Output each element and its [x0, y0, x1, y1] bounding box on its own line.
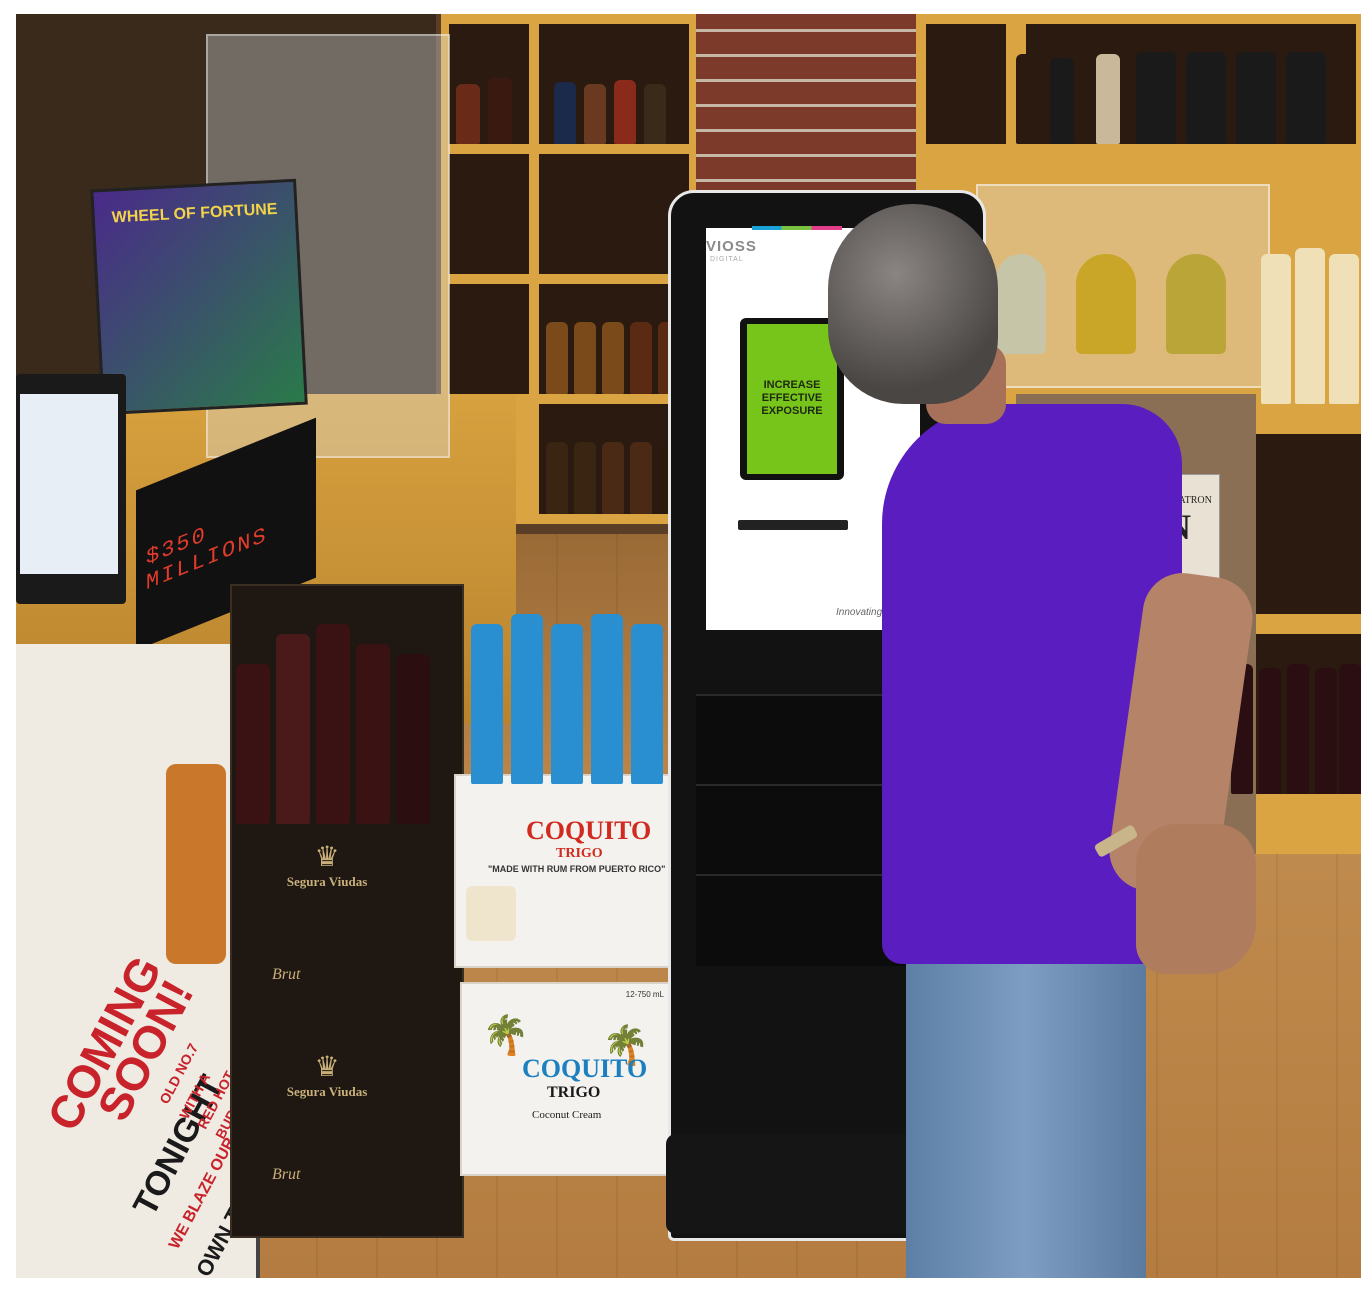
coquito-display-box: COQUITO TRIGO "MADE WITH RUM FROM PUERTO… [454, 774, 676, 968]
palm-tree-icon: 🌴 [482, 1015, 530, 1057]
kiosk-tagline: Innovating [836, 607, 883, 618]
pos-monitor-screen [20, 394, 118, 574]
box-brand: Segura Viudas [286, 874, 368, 889]
brick-pillar [696, 14, 926, 204]
box-brand: Segura Viudas [286, 1084, 368, 1099]
kiosk-color-bar [752, 226, 842, 230]
kiosk-brand: VIOSS [706, 238, 757, 255]
crest-icon: ♛ [314, 842, 340, 873]
kiosk-screen-message: INCREASE EFFECTIVE EXPOSURE [747, 379, 837, 418]
coquito-title: COQUITO [526, 816, 652, 845]
kiosk-message-line: INCREASE [763, 379, 821, 391]
kiosk-message-line: EFFECTIVE [761, 392, 823, 404]
person-jeans [906, 924, 1146, 1278]
coquito-sub: TRIGO [556, 846, 603, 861]
bottle-row [456, 74, 696, 144]
bottle-row [1016, 44, 1356, 144]
person-head [828, 204, 998, 404]
sparkling-wine-bottles [236, 594, 436, 824]
box-brand-2: Brut [272, 966, 301, 983]
coquito-count: 12-750 mL [625, 990, 664, 999]
store-photo: ROCA PATRON N WHEEL OF FORTUNE $350 MILL… [16, 14, 1361, 1278]
coquito-claim: "MADE WITH RUM FROM PUERTO RICO" [488, 864, 666, 874]
wine-bottles [1231, 654, 1361, 794]
coquito-case: 12-750 mL 🌴 🌴 COQUITO TRIGO Coconut Crea… [460, 982, 674, 1176]
coquito-glass [466, 886, 516, 941]
coquito-bottles [471, 604, 671, 784]
lottery-title: WHEEL OF FORTUNE [111, 200, 278, 227]
kiosk-illustration-base [738, 520, 848, 530]
pos-monitor [16, 374, 126, 604]
person-hands [1136, 824, 1256, 974]
kiosk-message-line: EXPOSURE [761, 405, 823, 417]
box-brand-2: Brut [272, 1166, 301, 1183]
tequila-bottles [996, 244, 1256, 354]
poster-bottle [166, 764, 226, 964]
coquito-case-title: COQUITO [522, 1054, 648, 1083]
led-ticker-text: $350 MILLIONS [146, 521, 268, 597]
coquito-case-small: Coconut Cream [532, 1109, 602, 1121]
kiosk-brand-sub: DIGITAL [710, 256, 744, 263]
cream-liqueur-bottles [1261, 244, 1361, 404]
coquito-case-sub: TRIGO [547, 1084, 601, 1101]
coming-soon-poster: COMING SOON! TONIGHT WE BLAZE OUR OWN TR… [16, 644, 272, 1278]
crest-icon: ♛ [314, 1052, 340, 1083]
